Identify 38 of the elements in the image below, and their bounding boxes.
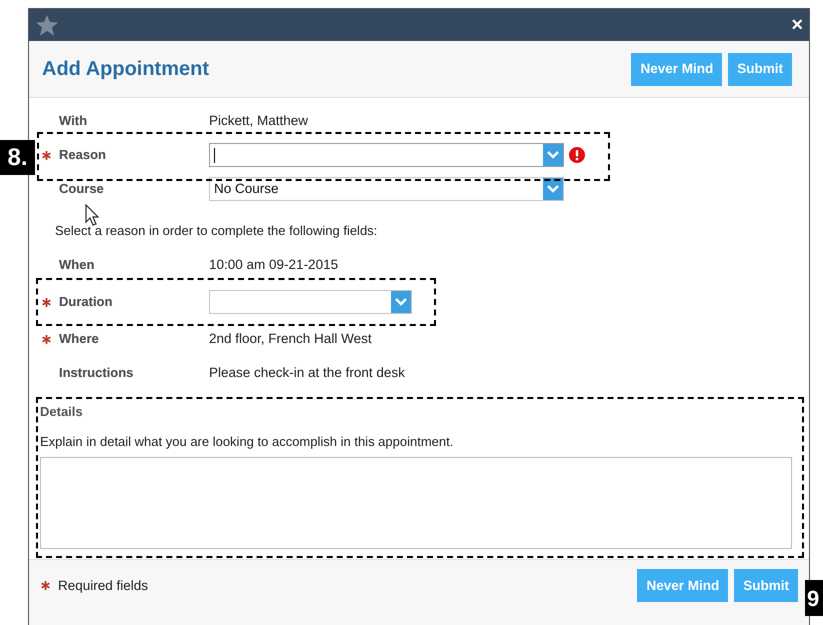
- mouse-pointer-icon: [85, 204, 99, 226]
- chevron-down-icon: [395, 298, 407, 306]
- chevron-down-icon: [547, 185, 559, 194]
- field-value: Please check-in at the front desk: [209, 364, 405, 382]
- chevron-down-icon: [547, 151, 559, 160]
- instruction-text: Select a reason in order to complete the following fields:: [55, 222, 378, 240]
- details-label: Details: [40, 403, 84, 422]
- close-button[interactable]: ×: [791, 14, 803, 35]
- required-icon: [42, 334, 51, 344]
- never-mind-button[interactable]: Never Mind: [631, 52, 722, 86]
- step-badge: 8.: [0, 140, 35, 175]
- field-label: When: [59, 256, 94, 274]
- required-icon: [42, 150, 51, 160]
- required-fields-note: Required fields: [58, 576, 148, 595]
- field-label: With: [59, 112, 88, 130]
- dropdown-button[interactable]: [543, 178, 563, 200]
- select-field[interactable]: [209, 290, 412, 314]
- select-field[interactable]: [209, 143, 564, 168]
- required-icon: [41, 581, 50, 590]
- submit-button[interactable]: Submit: [728, 52, 792, 86]
- text-caret: [214, 148, 215, 163]
- required-icon: [42, 298, 51, 307]
- details-prompt: Explain in detail what you are looking to accomplish in this appointment.: [40, 432, 454, 451]
- select-field[interactable]: No Course: [209, 177, 564, 202]
- field-label: Duration: [59, 293, 112, 312]
- field-value: Pickett, Matthew: [209, 112, 308, 130]
- field-label: Course: [59, 180, 104, 198]
- dialog-title: Add Appointment: [42, 57, 210, 82]
- never-mind-button[interactable]: Never Mind: [637, 569, 728, 602]
- field-value: 10:00 am 09-21-2015: [209, 256, 338, 274]
- field-value: 2nd floor, French Hall West: [209, 330, 372, 348]
- step-badge: 9: [805, 580, 823, 616]
- field-label: Reason: [59, 146, 106, 164]
- details-input[interactable]: [40, 457, 792, 550]
- field-label: Where: [59, 330, 99, 348]
- field-label: Instructions: [59, 364, 134, 382]
- submit-button[interactable]: Submit: [734, 569, 798, 602]
- star-logo-icon: [35, 14, 59, 36]
